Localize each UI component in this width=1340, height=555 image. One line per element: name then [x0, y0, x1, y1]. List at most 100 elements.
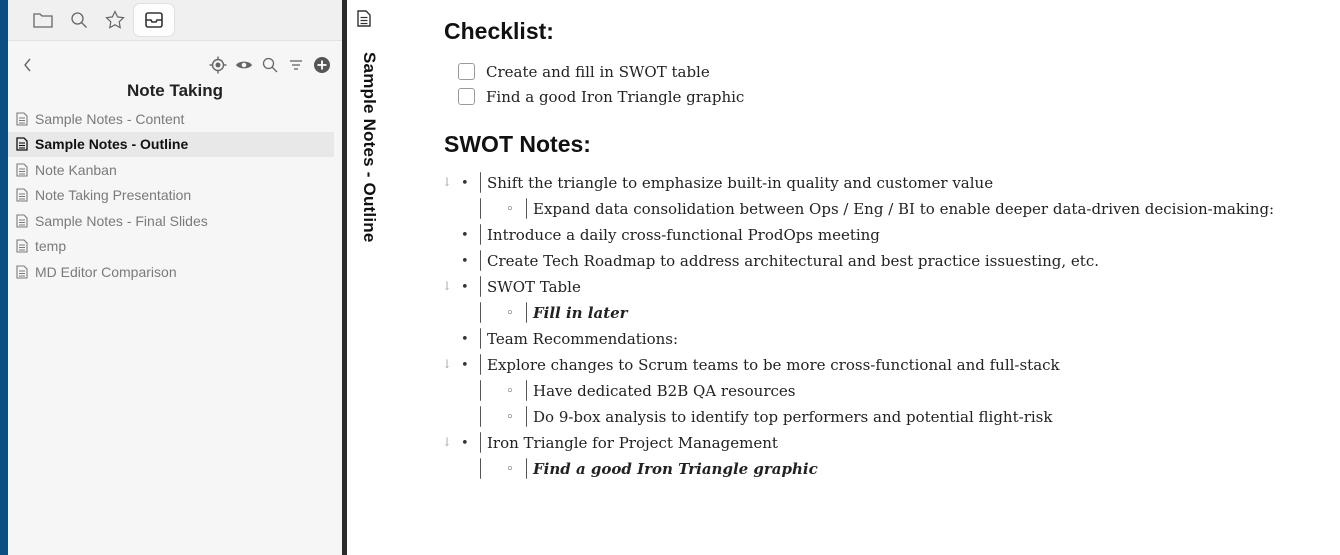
add-icon[interactable] [312, 55, 332, 75]
indent-guide [526, 198, 528, 219]
outline-item: ↓ • SWOT Table [442, 274, 1340, 300]
sidebar-tab-bar [8, 0, 342, 41]
eye-icon[interactable] [234, 55, 254, 75]
file-label: Note Taking Presentation [35, 187, 192, 204]
indent-guide [480, 198, 482, 219]
file-icon [16, 163, 30, 177]
folder-nav-row [8, 50, 342, 80]
star-icon[interactable] [98, 4, 132, 36]
outline-subitem: ◦ Fill in later [444, 300, 1340, 326]
file-item[interactable]: Sample Notes - Final Slides [8, 208, 342, 234]
outline-list: ↓ • Shift the triangle to emphasize buil… [442, 170, 1340, 482]
indent-guide [526, 380, 528, 401]
checkbox[interactable] [458, 88, 475, 105]
indent-guide [480, 432, 482, 453]
file-item[interactable]: Sample Notes - Content [8, 106, 342, 132]
note-content: Checklist: Create and fill in SWOT table… [442, 14, 1340, 482]
indent-guide [480, 328, 482, 349]
file-icon [16, 137, 30, 151]
inbox-icon[interactable] [134, 4, 174, 36]
locate-icon[interactable] [208, 55, 228, 75]
checklist-heading: Checklist: [444, 18, 554, 44]
checklist-item-text: Find a good Iron Triangle graphic [486, 87, 745, 106]
outline-subitem: ◦ Expand data consolidation between Ops … [444, 196, 1340, 222]
outline-item: • Introduce a daily cross-functional Pro… [444, 222, 1340, 248]
bullet-icon: • [461, 331, 469, 347]
sub-bullet-icon: ◦ [506, 383, 514, 399]
indent-guide [480, 224, 482, 245]
file-label: Sample Notes - Final Slides [35, 212, 208, 229]
outline-item-text[interactable]: Iron Triangle for Project Management [487, 434, 778, 452]
file-item[interactable]: Note Taking Presentation [8, 183, 342, 209]
bullet-icon: • [461, 253, 469, 269]
file-icon [16, 214, 30, 228]
checklist-item: Find a good Iron Triangle graphic [458, 84, 1340, 109]
indent-guide [480, 172, 482, 193]
outline-item-text[interactable]: Introduce a daily cross-functional ProdO… [487, 226, 880, 244]
file-item[interactable]: MD Editor Comparison [8, 259, 342, 285]
collapse-arrow-icon[interactable]: ↓ [442, 175, 452, 189]
folder-title: Note Taking [126, 81, 224, 100]
file-item[interactable]: temp [8, 234, 342, 260]
outline-item-text[interactable]: Shift the triangle to emphasize built-in… [487, 174, 993, 192]
outline-subitem: ◦ Find a good Iron Triangle graphic [444, 456, 1340, 482]
outline-item-text[interactable]: Do 9-box analysis to identify top perfor… [533, 408, 1052, 426]
bullet-icon: • [461, 279, 469, 295]
sub-bullet-icon: ◦ [506, 461, 514, 477]
bullet-icon: • [461, 357, 469, 373]
outline-item: ↓ • Explore changes to Scrum teams to be… [442, 352, 1340, 378]
file-label: Sample Notes - Outline [35, 136, 189, 153]
outline-item: ↓ • Shift the triangle to emphasize buil… [442, 170, 1340, 196]
document-icon[interactable] [357, 10, 371, 32]
editor-pane: Sample Notes - Outline Checklist: Create… [347, 0, 1340, 555]
outline-subitem: ◦ Do 9-box analysis to identify top perf… [444, 404, 1340, 430]
indent-guide [526, 458, 528, 479]
file-item-active[interactable]: Sample Notes - Outline [8, 131, 334, 157]
sub-bullet-icon: ◦ [506, 409, 514, 425]
indent-guide [480, 354, 482, 375]
bullet-icon: • [461, 435, 469, 451]
outline-item: ↓ • Iron Triangle for Project Management [442, 430, 1340, 456]
indent-guide [480, 406, 482, 427]
search-icon[interactable] [62, 4, 96, 36]
indent-guide [480, 458, 482, 479]
file-label: Sample Notes - Content [35, 110, 185, 127]
indent-guide [526, 406, 528, 427]
outline-item-text[interactable]: Explore changes to Scrum teams to be mor… [487, 356, 1060, 374]
indent-guide [480, 250, 482, 271]
outline-subitem: ◦ Have dedicated B2B QA resources [444, 378, 1340, 404]
file-label: MD Editor Comparison [35, 263, 177, 280]
file-icon [16, 188, 30, 202]
indent-guide [480, 380, 482, 401]
file-list: Sample Notes - Content Sample Notes - Ou… [8, 106, 342, 285]
outline-item-text[interactable]: Have dedicated B2B QA resources [533, 382, 795, 400]
outline-item-text[interactable]: Create Tech Roadmap to address architect… [487, 252, 1099, 270]
collapse-arrow-icon[interactable]: ↓ [442, 435, 452, 449]
swot-heading: SWOT Notes: [444, 131, 591, 157]
back-icon[interactable] [18, 55, 38, 75]
collapse-arrow-icon[interactable]: ↓ [442, 279, 452, 293]
file-label: Note Kanban [35, 161, 117, 178]
outline-item: • Team Recommendations: [444, 326, 1340, 352]
search-icon[interactable] [260, 55, 280, 75]
indent-guide [480, 302, 482, 323]
bullet-icon: • [461, 175, 469, 191]
outline-item-text[interactable]: Fill in later [533, 304, 628, 322]
filter-icon[interactable] [286, 55, 306, 75]
outline-item: • Create Tech Roadmap to address archite… [444, 248, 1340, 274]
outline-item-text[interactable]: SWOT Table [487, 278, 581, 296]
outline-item-text[interactable]: Find a good Iron Triangle graphic [533, 460, 818, 478]
outline-item-text[interactable]: Team Recommendations: [487, 330, 678, 348]
checklist-item: Create and fill in SWOT table [458, 59, 1340, 84]
collapse-arrow-icon[interactable]: ↓ [442, 357, 452, 371]
checklist-item-text: Create and fill in SWOT table [486, 62, 710, 81]
tab-bar-empty-area [176, 0, 342, 40]
file-icon [16, 239, 30, 253]
outline-item-text[interactable]: Expand data consolidation between Ops / … [533, 200, 1274, 218]
folder-icon[interactable] [26, 4, 60, 36]
checkbox[interactable] [458, 63, 475, 80]
file-item[interactable]: Note Kanban [8, 157, 342, 183]
file-label: temp [35, 238, 67, 255]
sub-bullet-icon: ◦ [506, 305, 514, 321]
indent-guide [480, 276, 482, 297]
